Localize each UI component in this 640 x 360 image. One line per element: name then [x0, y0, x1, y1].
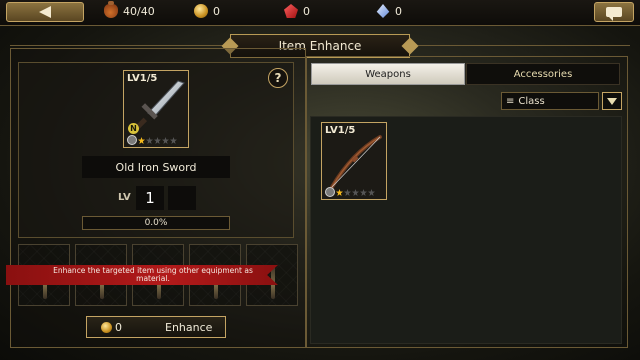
rarity-badge: N — [128, 123, 139, 134]
stamina-bag-icon — [104, 1, 118, 18]
item-stars — [138, 137, 177, 144]
gold-coin-icon — [101, 322, 112, 333]
dropdown-toggle-button[interactable] — [602, 92, 622, 110]
stamina-counter: 40/40 — [104, 1, 155, 18]
level-value: 1 — [136, 186, 164, 210]
chevron-down-icon — [607, 97, 617, 105]
enhance-button[interactable]: 0 Enhance — [86, 316, 226, 338]
back-button[interactable] — [6, 2, 84, 22]
title-divider-left — [10, 45, 228, 46]
gold-coin-icon — [194, 4, 208, 18]
next-level-value — [168, 186, 196, 210]
tab-weapons[interactable]: Weapons — [311, 63, 465, 85]
progress-text: 0.0% — [144, 218, 168, 228]
level-label: LV — [118, 192, 131, 203]
star-icon — [170, 137, 177, 144]
stamina-value: 40/40 — [123, 4, 155, 18]
star-icon — [360, 189, 367, 196]
tab-accessories[interactable]: Accessories — [466, 63, 620, 85]
chat-bubble-icon — [606, 7, 622, 21]
list-icon: ≡ — [506, 95, 515, 107]
crystal-value: 0 — [395, 4, 402, 18]
class-filter-dropdown[interactable]: ≡ Class — [501, 92, 599, 110]
enhance-button-label: Enhance — [165, 321, 213, 334]
star-icon — [368, 189, 375, 196]
top-bar: 40/40 0 0 0 — [0, 0, 640, 26]
class-icon — [127, 135, 137, 145]
star-icon — [336, 189, 343, 196]
ruby-value: 0 — [303, 4, 310, 18]
chat-button[interactable] — [594, 2, 634, 22]
item-name-text: Old Iron Sword — [115, 160, 197, 174]
gold-value: 0 — [213, 4, 220, 18]
enhance-cost: 0 — [115, 321, 122, 334]
back-arrow-icon — [39, 6, 51, 18]
help-button[interactable]: ? — [268, 68, 288, 88]
star-icon — [138, 137, 145, 144]
star-icon — [352, 189, 359, 196]
enhance-progress-bar: 0.0% — [82, 216, 230, 230]
star-icon — [162, 137, 169, 144]
class-filter-label: Class — [518, 95, 545, 107]
gold-counter: 0 — [194, 4, 220, 18]
ruby-icon — [284, 4, 298, 18]
crystal-icon — [376, 4, 390, 18]
target-item-card[interactable]: LV1/5 N — [123, 70, 189, 148]
inventory-item-card[interactable]: LV1/5 — [321, 122, 387, 200]
class-icon — [325, 187, 335, 197]
tooltip-text: Enhance the targeted item using other eq… — [53, 266, 253, 283]
item-stars — [336, 189, 375, 196]
star-icon — [154, 137, 161, 144]
crystal-counter: 0 — [376, 4, 402, 18]
ruby-counter: 0 — [284, 4, 310, 18]
enhance-tooltip: Enhance the targeted item using other eq… — [6, 265, 278, 285]
star-icon — [344, 189, 351, 196]
title-divider-right — [412, 45, 630, 46]
item-name: Old Iron Sword — [82, 156, 230, 178]
star-icon — [146, 137, 153, 144]
